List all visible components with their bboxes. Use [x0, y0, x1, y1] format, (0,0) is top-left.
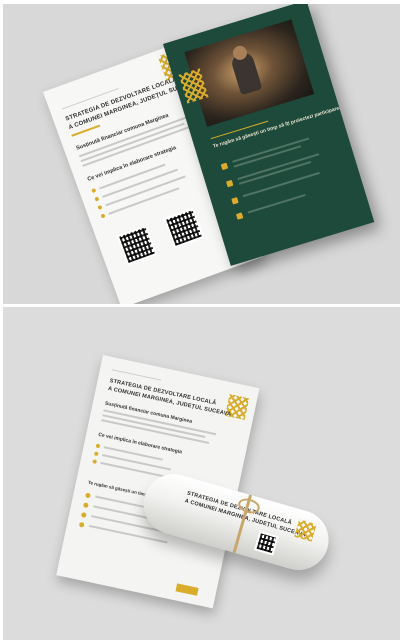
bullet-icon [92, 459, 98, 464]
bullet-icon [91, 188, 97, 194]
bottom-mockup-panel: STRATEGIA DE DEZVOLTARE LOCALĂ A COMUNEI… [3, 307, 400, 640]
qr-code-icon [116, 224, 158, 266]
bullet-icon [78, 521, 85, 528]
bullet-icon [100, 213, 106, 219]
qr-code-icon [163, 207, 205, 249]
bullet-icon [97, 204, 103, 211]
bullet-icon [80, 512, 87, 518]
bullet-icon [95, 443, 101, 449]
bullet-icon [225, 179, 234, 188]
bullet-icon [82, 502, 89, 509]
top-mockup-panel: STRATEGIA DE DEZVOLTARE LOCALĂ A COMUNEI… [3, 4, 400, 304]
bullet-icon [220, 162, 229, 171]
artisan-photo [184, 19, 315, 127]
bullet-icon [93, 451, 99, 457]
qr-code-icon [254, 530, 279, 556]
bullet-icon [85, 492, 91, 499]
bullet-icon [235, 212, 244, 220]
gold-pattern-icon [294, 519, 317, 542]
bullet-icon [94, 196, 100, 202]
bullet-icon [231, 197, 239, 205]
